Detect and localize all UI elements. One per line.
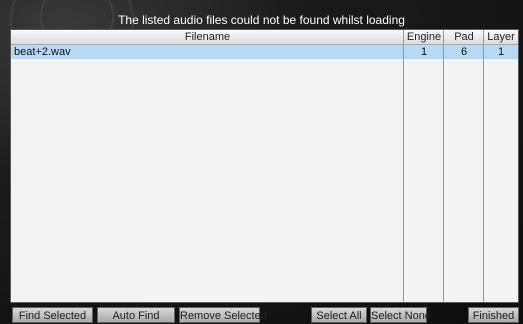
finished-button[interactable]: Finished	[468, 307, 519, 323]
button-bar: Find Selected Auto Find Remove Selected …	[0, 303, 523, 324]
select-none-button[interactable]: Select None	[370, 307, 431, 323]
cell-engine: 1	[420, 46, 428, 58]
column-divider	[403, 30, 404, 302]
find-selected-button[interactable]: Find Selected	[12, 307, 93, 323]
missing-files-table[interactable]: Filename Engine Pad Layer beat+2.wav 1 6…	[10, 29, 519, 303]
cell-pad: 6	[460, 46, 468, 58]
cell-layer: 1	[497, 46, 505, 58]
column-header-engine[interactable]: Engine	[404, 30, 444, 44]
missing-files-dialog: The listed audio files could not be foun…	[0, 0, 523, 324]
remove-selected-button[interactable]: Remove Selected	[179, 307, 267, 323]
column-header-pad[interactable]: Pad	[444, 30, 484, 44]
select-all-button[interactable]: Select All	[311, 307, 367, 323]
column-header-layer[interactable]: Layer	[484, 30, 518, 44]
table-row[interactable]: beat+2.wav 1 6 1	[11, 45, 518, 59]
table-header: Filename Engine Pad Layer	[11, 30, 518, 45]
column-divider	[443, 30, 444, 302]
auto-find-button[interactable]: Auto Find	[97, 307, 175, 323]
dialog-title: The listed audio files could not be foun…	[118, 13, 405, 27]
column-header-filename[interactable]: Filename	[11, 30, 404, 44]
column-divider	[483, 30, 484, 302]
cell-filename: beat+2.wav	[14, 46, 71, 58]
